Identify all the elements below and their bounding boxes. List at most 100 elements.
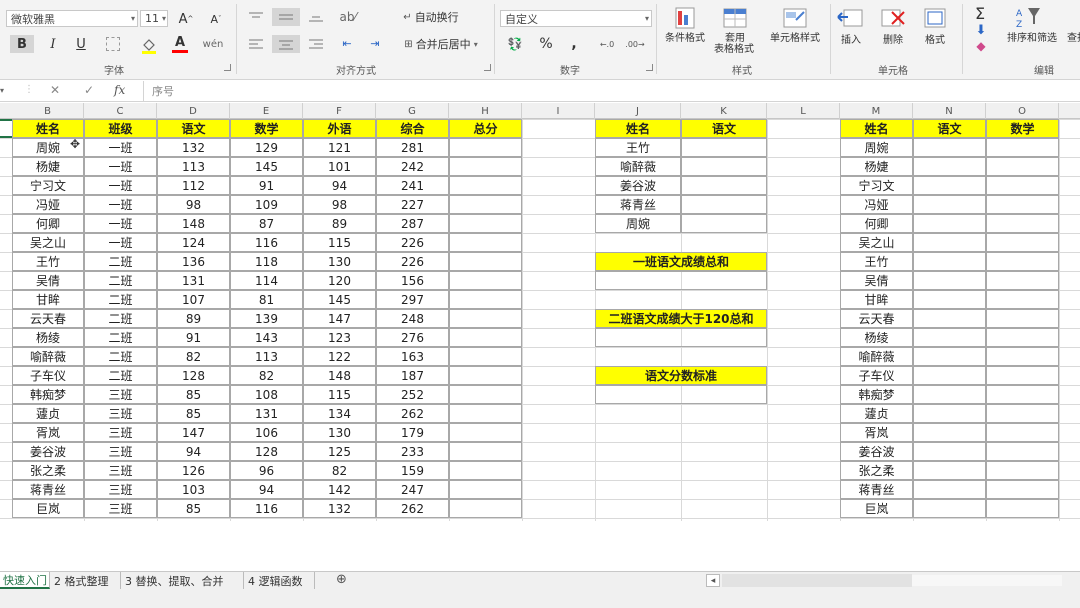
bold-button[interactable]: B (10, 35, 34, 53)
table-format-icon[interactable] (720, 6, 750, 32)
table2-name-cell[interactable]: 姜谷波 (595, 176, 681, 195)
table1-cell[interactable]: 128 (230, 442, 303, 461)
table1-total-cell[interactable] (449, 328, 522, 347)
table3-chinese-cell[interactable] (913, 347, 986, 366)
table1-total-cell[interactable] (449, 176, 522, 195)
sheet-tab-logic[interactable]: 4 逻辑函数 (245, 572, 315, 589)
percent-button[interactable]: % (536, 35, 556, 53)
table1-cell[interactable]: 89 (157, 309, 230, 328)
table1-cell[interactable]: 113 (157, 157, 230, 176)
table3-name-cell[interactable]: 蘧贞 (840, 404, 913, 423)
table2-score-cell[interactable] (681, 157, 767, 176)
table1-total-cell[interactable] (449, 214, 522, 233)
cell-style-label[interactable]: 单元格样式 (764, 33, 826, 45)
table3-math-cell[interactable] (986, 233, 1059, 252)
table1-cell[interactable]: 148 (157, 214, 230, 233)
column-header-h[interactable]: H (449, 103, 522, 119)
table1-cell[interactable]: 132 (157, 138, 230, 157)
table1-cell[interactable]: 三班 (84, 480, 157, 499)
table1-cell[interactable]: 二班 (84, 366, 157, 385)
table3-name-cell[interactable]: 何卿 (840, 214, 913, 233)
table1-cell[interactable]: 蒋青丝 (12, 480, 84, 499)
insert-label[interactable]: 插入 (836, 35, 866, 47)
table1-cell[interactable]: 子车仪 (12, 366, 84, 385)
column-header-b[interactable]: B (12, 103, 84, 119)
table3-math-cell[interactable] (986, 423, 1059, 442)
table1-cell[interactable]: 112 (157, 176, 230, 195)
table1-total-cell[interactable] (449, 233, 522, 252)
align-bottom-icon[interactable] (306, 10, 326, 24)
align-middle-icon[interactable] (272, 8, 300, 26)
score-std-value[interactable] (595, 385, 767, 404)
table3-name-cell[interactable]: 蒋青丝 (840, 480, 913, 499)
table1-cell[interactable]: 101 (303, 157, 376, 176)
column-header-n[interactable]: N (913, 103, 986, 119)
table1-cell[interactable]: 二班 (84, 252, 157, 271)
table3-math-cell[interactable] (986, 480, 1059, 499)
table1-cell[interactable]: 131 (157, 271, 230, 290)
eraser-icon[interactable]: ◆ (972, 38, 990, 54)
table1-cell[interactable]: 106 (230, 423, 303, 442)
insert-icon[interactable] (836, 6, 866, 32)
table1-cell[interactable]: 242 (376, 157, 449, 176)
table3-name-cell[interactable]: 姜谷波 (840, 442, 913, 461)
table1-cell[interactable]: 云天春 (12, 309, 84, 328)
table1-header[interactable]: 综合 (376, 119, 449, 138)
phonetic-icon[interactable]: wén (203, 36, 224, 52)
table1-cell[interactable]: 247 (376, 480, 449, 499)
table1-cell[interactable]: 128 (157, 366, 230, 385)
table3-chinese-cell[interactable] (913, 252, 986, 271)
table1-cell[interactable]: 241 (376, 176, 449, 195)
table1-cell[interactable]: 吴之山 (12, 233, 84, 252)
table1-cell[interactable]: 147 (157, 423, 230, 442)
table1-cell[interactable]: 98 (157, 195, 230, 214)
table3-chinese-cell[interactable] (913, 290, 986, 309)
table1-total-cell[interactable] (449, 442, 522, 461)
table3-chinese-cell[interactable] (913, 499, 986, 518)
table1-header[interactable]: 姓名 (12, 119, 84, 138)
column-header-k[interactable]: K (681, 103, 767, 119)
horizontal-scrollbar[interactable] (722, 574, 912, 587)
increase-indent-icon[interactable]: ⇥ (366, 36, 384, 50)
table3-chinese-cell[interactable] (913, 157, 986, 176)
column-header-f[interactable]: F (303, 103, 376, 119)
table1-cell[interactable]: 226 (376, 233, 449, 252)
table1-cell[interactable]: 91 (230, 176, 303, 195)
table1-cell[interactable]: 三班 (84, 499, 157, 518)
table1-cell[interactable]: 281 (376, 138, 449, 157)
table3-header[interactable]: 语文 (913, 119, 986, 138)
table1-cell[interactable]: 二班 (84, 309, 157, 328)
table1-cell[interactable]: 103 (157, 480, 230, 499)
table3-chinese-cell[interactable] (913, 309, 986, 328)
table2-score-cell[interactable] (681, 176, 767, 195)
table3-name-cell[interactable]: 喻醉薇 (840, 347, 913, 366)
table1-cell[interactable]: 156 (376, 271, 449, 290)
table1-cell[interactable]: 二班 (84, 290, 157, 309)
table1-cell[interactable]: 94 (303, 176, 376, 195)
table1-cell[interactable]: 冯娅 (12, 195, 84, 214)
table1-cell[interactable]: 107 (157, 290, 230, 309)
table1-total-cell[interactable] (449, 138, 522, 157)
table1-cell[interactable]: 118 (230, 252, 303, 271)
table1-cell[interactable]: 98 (303, 195, 376, 214)
table1-total-cell[interactable] (449, 423, 522, 442)
table3-math-cell[interactable] (986, 252, 1059, 271)
table1-cell[interactable]: 262 (376, 404, 449, 423)
table1-cell[interactable]: 82 (303, 461, 376, 480)
table1-cell[interactable]: 108 (230, 385, 303, 404)
table3-chinese-cell[interactable] (913, 385, 986, 404)
decrease-decimal-icon[interactable]: .00→ (624, 36, 646, 52)
table3-math-cell[interactable] (986, 157, 1059, 176)
autosum-icon[interactable]: Σ (970, 4, 990, 23)
fill-down-icon[interactable]: ⬇ (972, 22, 990, 38)
column-header-o[interactable]: O (986, 103, 1059, 119)
table1-cell[interactable]: 148 (303, 366, 376, 385)
table1-cell[interactable]: 85 (157, 385, 230, 404)
table1-cell[interactable]: 王竹 (12, 252, 84, 271)
table1-cell[interactable]: 124 (157, 233, 230, 252)
table1-total-cell[interactable] (449, 252, 522, 271)
table1-total-cell[interactable] (449, 290, 522, 309)
table1-cell[interactable]: 145 (230, 157, 303, 176)
table1-cell[interactable]: 233 (376, 442, 449, 461)
table3-name-cell[interactable]: 子车仪 (840, 366, 913, 385)
